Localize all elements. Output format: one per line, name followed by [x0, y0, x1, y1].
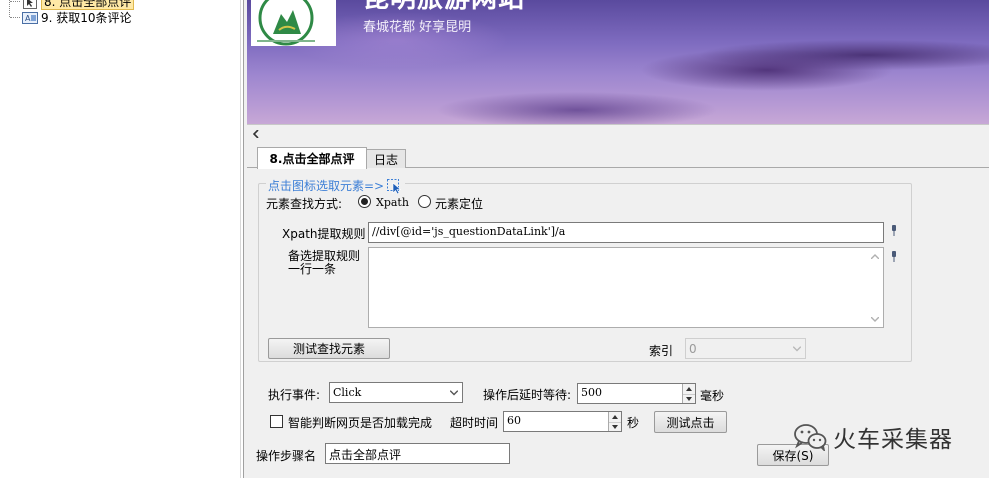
pin-icon[interactable]: [891, 251, 897, 262]
scroll-up-arrow-icon[interactable]: [867, 248, 883, 264]
step-name-label: 操作步骤名: [256, 449, 317, 463]
alt-rules-scrollbar[interactable]: [867, 248, 883, 327]
spin-down-icon[interactable]: [609, 421, 621, 431]
site-logo: [251, 0, 336, 46]
xpath-rule-label: Xpath提取规则: [282, 227, 366, 241]
xpath-rule-input[interactable]: //div[@id='js_questionDataLink']/a: [368, 222, 884, 243]
tab-step-settings[interactable]: 8.点击全部点评: [257, 147, 367, 169]
timeout-input[interactable]: 60: [503, 411, 622, 432]
method-locate-radio[interactable]: [418, 195, 431, 208]
wechat-icon: [793, 423, 827, 451]
step-tabs: 8.点击全部点评 日志: [247, 147, 989, 169]
tab-label: 日志: [373, 152, 398, 167]
svg-text:A: A: [25, 14, 31, 23]
preview-horizontal-scrollbar[interactable]: [247, 124, 989, 141]
step-name-input[interactable]: 点击全部点评: [325, 443, 510, 464]
delay-input[interactable]: 500: [577, 383, 696, 404]
tree-connector: [9, 0, 10, 17]
find-method-label: 元素查找方式:: [266, 197, 343, 211]
smart-wait-checkbox[interactable]: [270, 415, 283, 428]
test-find-element-button[interactable]: 测试查找元素: [268, 338, 390, 359]
alt-rules-label: 备选提取规则 一行一条: [288, 250, 360, 276]
delay-unit: 毫秒: [700, 389, 725, 403]
legend-text: 点击图标选取元素=>: [268, 179, 385, 193]
timeout-value: 60: [507, 414, 521, 427]
tree-item-label: 9. 获取10条评论: [41, 11, 132, 25]
watermark-text: 火车采集器: [833, 427, 953, 453]
scroll-left-arrow-icon[interactable]: [248, 126, 263, 141]
tree-connector: [10, 1, 20, 2]
event-label: 执行事件:: [268, 388, 321, 402]
spin-down-icon[interactable]: [683, 393, 695, 403]
timeout-label: 超时时间: [450, 416, 499, 430]
alt-rules-label-line2: 一行一条: [288, 262, 337, 276]
event-value: Click: [333, 386, 362, 399]
pin-icon[interactable]: [891, 225, 897, 236]
spin-up-icon[interactable]: [609, 412, 621, 422]
scroll-down-arrow-icon[interactable]: [867, 311, 883, 327]
index-value: 0: [689, 341, 697, 356]
element-picker-icon[interactable]: [387, 178, 403, 194]
task-tree-panel: 8. 点击全部点评 A 9. 获取10条评论: [0, 0, 244, 478]
site-title: 昆明旅游网站: [363, 0, 525, 15]
tree-item-click-all-reviews[interactable]: 8. 点击全部点评: [22, 0, 138, 10]
pointer-step-icon: [22, 0, 38, 9]
extract-step-icon: A: [22, 12, 38, 25]
delay-label: 操作后延时等待:: [483, 388, 572, 402]
alt-rules-textarea[interactable]: [368, 247, 884, 328]
delay-stepper[interactable]: [682, 384, 695, 403]
smart-wait-label[interactable]: 智能判断网页是否加载完成: [288, 414, 432, 431]
timeout-stepper[interactable]: [608, 412, 621, 431]
chevron-down-icon: [793, 346, 801, 351]
event-select[interactable]: Click: [329, 382, 463, 403]
delay-value: 500: [581, 386, 602, 399]
page-preview-banner: 昆明旅游网站 春城花都 好享昆明: [247, 0, 989, 124]
watermark: 火车采集器: [793, 420, 953, 454]
index-select[interactable]: 0: [685, 338, 806, 359]
method-locate-label[interactable]: 元素定位: [435, 195, 483, 212]
index-label: 索引: [649, 344, 674, 358]
element-picker-legend: 点击图标选取元素=>: [266, 177, 406, 194]
chevron-down-icon: [450, 390, 458, 395]
tree-item-get-10-reviews[interactable]: A 9. 获取10条评论: [22, 10, 136, 26]
method-xpath-radio[interactable]: [358, 195, 371, 208]
timeout-unit: 秒: [627, 416, 640, 430]
test-click-button[interactable]: 测试点击: [654, 411, 727, 433]
site-subtitle: 春城花都 好享昆明: [363, 20, 472, 35]
tree-item-label: 8. 点击全部点评: [41, 0, 135, 10]
tab-label: 8.点击全部点评: [269, 152, 355, 166]
tab-log[interactable]: 日志: [366, 149, 406, 168]
method-xpath-label[interactable]: Xpath: [376, 196, 409, 209]
spin-up-icon[interactable]: [683, 384, 695, 394]
tree-connector: [10, 17, 20, 18]
